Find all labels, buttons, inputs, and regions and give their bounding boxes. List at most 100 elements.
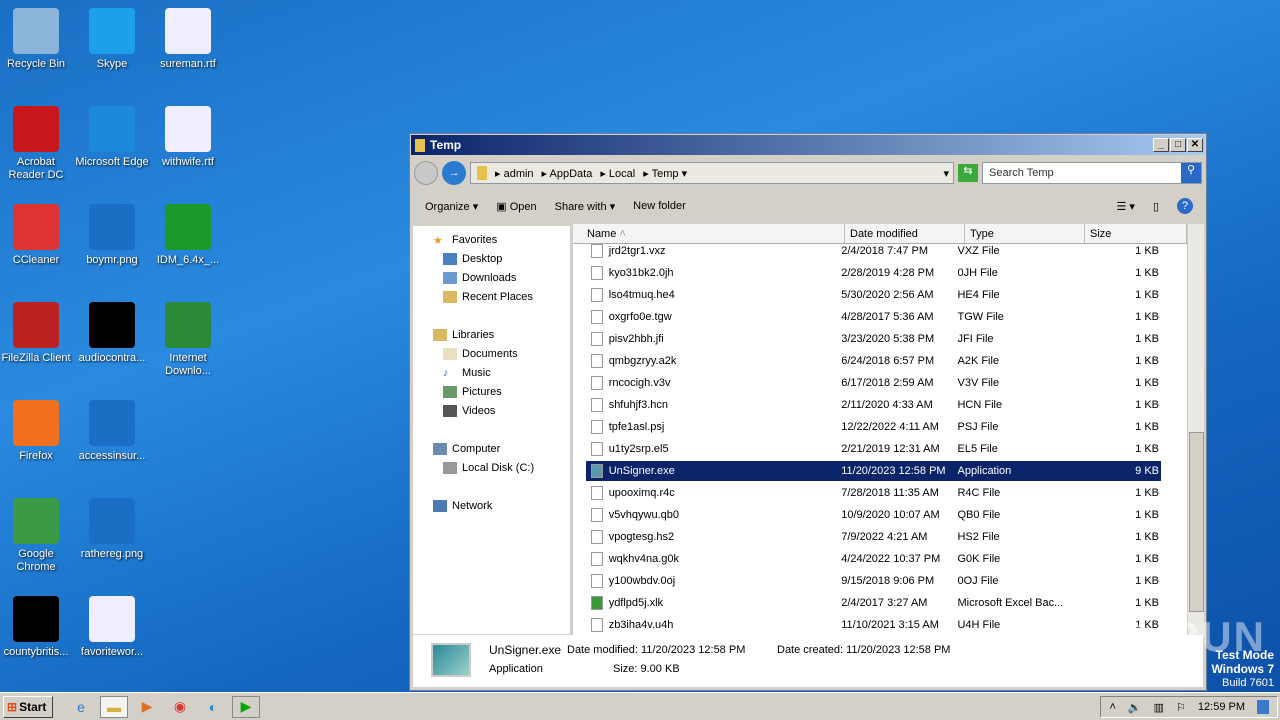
file-row[interactable]: jrd2tgr1.vxz 2/4/2018 7:47 PM VXZ File 1 KB <box>586 241 1161 261</box>
breadcrumb-temp[interactable]: ▸ Temp ▾ <box>643 167 687 180</box>
back-button[interactable] <box>414 161 438 185</box>
file-row[interactable]: tpfe1asl.psj 12/22/2022 4:11 AM PSJ File 1 … <box>586 417 1161 437</box>
desktop-icon-countybritis[interactable]: countybritis... <box>0 596 74 659</box>
details-date-modified: Date modified: 11/20/2023 12:58 PM <box>567 644 746 656</box>
file-row[interactable]: y100wbdv.0oj 9/15/2018 9:06 PM 0OJ File 1 K… <box>586 571 1161 591</box>
action-center-flag-icon[interactable]: ⚐ <box>1176 701 1186 714</box>
nav-favorites[interactable]: ★ Favorites <box>433 234 497 247</box>
file-row[interactable]: shfuhjf3.hcn 2/11/2020 4:33 AM HCN File 1 K… <box>586 395 1161 415</box>
nav-videos[interactable]: Videos <box>443 405 495 418</box>
nav-documents[interactable]: Documents <box>443 348 518 361</box>
address-dropdown[interactable]: ▾ <box>943 167 949 180</box>
vertical-scrollbar[interactable] <box>1187 224 1204 636</box>
file-row[interactable]: u1ty2srp.el5 2/21/2019 12:31 AM EL5 File 1 … <box>586 439 1161 459</box>
file-type: HE4 File <box>957 289 1000 301</box>
file-row[interactable]: v5vhqywu.qb0 10/9/2020 10:07 AM QB0 File 1 … <box>586 505 1161 525</box>
nav-music[interactable]: ♪ Music <box>443 367 491 379</box>
desktop-icon-withwife-rtf[interactable]: withwife.rtf <box>150 106 226 169</box>
nav-local-disk[interactable]: Local Disk (C:) <box>443 462 534 475</box>
desktop-icon-rathereg-png[interactable]: rathereg.png <box>74 498 150 561</box>
file-icon <box>591 420 603 434</box>
media-player-icon[interactable]: ▶ <box>133 696 161 718</box>
desktop-icon-firefox[interactable]: Firefox <box>0 400 74 463</box>
show-desktop-button[interactable] <box>1257 700 1269 714</box>
clock[interactable]: 12:59 PM <box>1198 701 1245 713</box>
help-icon[interactable]: ? <box>1177 198 1193 214</box>
new-folder-button[interactable]: New folder <box>633 200 686 212</box>
file-row[interactable]: oxgrfo0e.tgw 4/28/2017 5:36 AM TGW File 1 K… <box>586 307 1161 327</box>
file-row[interactable]: ydflpd5j.xlk 2/4/2017 3:27 AM Microsoft Ex… <box>586 593 1161 613</box>
file-icon <box>591 288 603 302</box>
file-row[interactable]: vpogtesg.hs2 7/9/2022 4:21 AM HS2 File 1 KB <box>586 527 1161 547</box>
nav-pictures[interactable]: Pictures <box>443 386 502 399</box>
maximize-button[interactable]: □ <box>1170 138 1186 152</box>
desktop-icon-filezilla-client[interactable]: FileZilla Client <box>0 302 74 365</box>
nav-libraries[interactable]: Libraries <box>433 329 494 342</box>
minimize-button[interactable]: _ <box>1153 138 1169 152</box>
idm-taskbar-icon[interactable]: ▶ <box>232 695 260 718</box>
file-row[interactable]: rncocigh.v3v 6/17/2018 2:59 AM V3V File 1 K… <box>586 373 1161 393</box>
desktop-icon-sureman-rtf[interactable]: sureman.rtf <box>150 8 226 71</box>
desktop-icon-skype[interactable]: Skype <box>74 8 150 71</box>
search-input[interactable]: Search Temp ⚲ <box>982 162 1202 184</box>
file-date-modified: 12/22/2022 4:11 AM <box>841 421 939 433</box>
title-bar[interactable]: Temp _ □ ✕ <box>411 135 1205 155</box>
file-row[interactable]: lso4tmuq.he4 5/30/2020 2:56 AM HE4 File 1 K… <box>586 285 1161 305</box>
file-row[interactable]: kyo31bk2.0jh 2/28/2019 4:28 PM 0JH File 1 K… <box>586 263 1161 283</box>
file-size: 1 KB <box>1135 597 1159 609</box>
open-button[interactable]: ▣ Open <box>496 200 536 213</box>
file-name: qmbgzryy.a2k <box>608 355 677 367</box>
breadcrumb-admin[interactable]: ▸ admin <box>495 167 534 180</box>
breadcrumb-local[interactable]: ▸ Local <box>600 167 635 180</box>
app-icon <box>165 302 211 348</box>
file-name: lso4tmuq.he4 <box>608 289 675 301</box>
file-icon <box>591 244 603 258</box>
desktop-icon-recycle-bin[interactable]: Recycle Bin <box>0 8 74 71</box>
desktop-icon-internet-downlo[interactable]: Internet Downlo... <box>150 302 226 378</box>
desktop-icon-ccleaner[interactable]: CCleaner <box>0 204 74 267</box>
file-name: jrd2tgr1.vxz <box>608 245 666 257</box>
file-row[interactable]: wqkhv4na.g0k 4/24/2022 10:37 PM G0K File 1 … <box>586 549 1161 569</box>
desktop-icon-boymr-png[interactable]: boymr.png <box>74 204 150 267</box>
file-row[interactable]: UnSigner.exe 11/20/2023 12:58 PM Applicati… <box>586 461 1161 481</box>
search-icon[interactable]: ⚲ <box>1181 163 1201 183</box>
refresh-button[interactable]: ⇆ <box>958 164 978 182</box>
system-tray: ˄ 🔈 ▥ ⚐ 12:59 PM <box>1100 696 1278 718</box>
desktop-icon-accessinsur[interactable]: accessinsur... <box>74 400 150 463</box>
explorer-taskbar-icon[interactable]: ▬ <box>100 695 128 718</box>
desktop-icon-google-chrome[interactable]: Google Chrome <box>0 498 74 574</box>
desktop-icon-idm-6-4x[interactable]: IDM_6.4x_... <box>150 204 226 267</box>
app-icon <box>89 596 135 642</box>
file-row[interactable]: upooximq.r4c 7/28/2018 11:35 AM R4C File 1 … <box>586 483 1161 503</box>
desktop-icon-audiocontra[interactable]: audiocontra... <box>74 302 150 365</box>
nav-computer[interactable]: Computer <box>433 443 500 456</box>
chrome-taskbar-icon[interactable]: ◉ <box>166 696 194 718</box>
volume-icon[interactable]: 🔈 <box>1128 701 1142 714</box>
edge-taskbar-icon[interactable]: ◐ <box>199 696 227 718</box>
desktop-icon-label: sureman.rtf <box>160 58 216 70</box>
desktop-icon-acrobat-reader-dc[interactable]: Acrobat Reader DC <box>0 106 74 182</box>
organize-button[interactable]: Organize ▾ <box>425 200 478 213</box>
network-tray-icon[interactable]: ▥ <box>1154 701 1164 714</box>
nav-desktop[interactable]: Desktop <box>443 253 502 266</box>
desktop-icon-microsoft-edge[interactable]: Microsoft Edge <box>74 106 150 169</box>
view-options-icon[interactable]: ☰ ▾ <box>1116 200 1134 213</box>
file-icon <box>591 486 603 500</box>
nav-network[interactable]: Network <box>433 500 492 513</box>
show-hidden-icons[interactable]: ˄ <box>1109 701 1115 713</box>
file-row[interactable]: pisv2hbh.jfi 3/23/2020 5:38 PM JFI File 1 K… <box>586 329 1161 349</box>
nav-recent-places[interactable]: Recent Places <box>443 291 533 304</box>
address-bar[interactable]: ▸ admin ▸ AppData ▸ Local ▸ Temp ▾ ▾ <box>470 162 954 184</box>
desktop-icon-favoritewor[interactable]: favoritewor... <box>74 596 150 659</box>
breadcrumb-appdata[interactable]: ▸ AppData <box>542 167 593 180</box>
share-with-button[interactable]: Share with ▾ <box>555 200 616 213</box>
forward-button[interactable]: → <box>442 161 466 185</box>
preview-pane-icon[interactable]: ▯ <box>1153 200 1159 213</box>
nav-downloads[interactable]: Downloads <box>443 272 516 285</box>
start-button[interactable]: ⊞ Start <box>3 695 53 718</box>
scrollbar-thumb[interactable] <box>1189 432 1204 612</box>
close-button[interactable]: ✕ <box>1187 138 1203 152</box>
app-icon <box>89 8 135 54</box>
file-row[interactable]: qmbgzryy.a2k 6/24/2018 6:57 PM A2K File 1 K… <box>586 351 1161 371</box>
internet-explorer-icon[interactable]: e <box>67 696 95 718</box>
